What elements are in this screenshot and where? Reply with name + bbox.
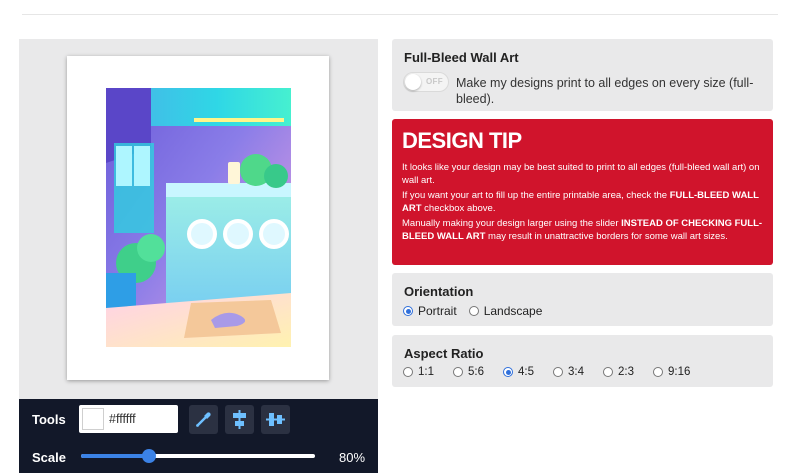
orientation-option-portrait[interactable]: Portrait	[403, 304, 457, 318]
background-color-picker[interactable]: #ffffff	[79, 405, 178, 433]
align-horizontal-center-icon	[266, 413, 285, 426]
tip-paragraph-1: It looks like your design may be best su…	[402, 162, 760, 186]
aspect-ratio-title: Aspect Ratio	[404, 346, 484, 361]
scale-slider[interactable]	[81, 449, 315, 463]
aspect-option-5-6[interactable]: 5:6	[453, 366, 484, 378]
orientation-title: Orientation	[404, 284, 474, 299]
aspect-option-9-16[interactable]: 9:16	[653, 366, 690, 378]
aspect-ratio-options: 1:1 5:6 4:5 3:4 2:3 9:16	[403, 366, 690, 378]
full-bleed-title: Full-Bleed Wall Art	[404, 50, 519, 65]
aspect-option-3-4[interactable]: 3:4	[553, 366, 584, 378]
print-paper	[67, 56, 329, 380]
eyedropper-button[interactable]	[189, 405, 218, 434]
align-vertical-center-icon	[233, 410, 246, 429]
scale-slider-fill	[81, 454, 149, 458]
radio-3-4[interactable]	[553, 367, 563, 377]
top-divider	[22, 14, 778, 15]
radio-5-6[interactable]	[453, 367, 463, 377]
eyedropper-icon	[196, 412, 211, 427]
aspect-ratio-card: Aspect Ratio 1:1 5:6 4:5 3:4 2:3 9:16	[392, 335, 773, 387]
align-horizontal-center-button[interactable]	[261, 405, 290, 434]
tip-paragraph-3: Manually making your design larger using…	[402, 218, 763, 242]
orientation-options: Portrait Landscape	[403, 304, 542, 318]
design-tip-title: DESIGN TIP	[402, 128, 522, 153]
preview-panel	[19, 39, 378, 399]
tip-paragraph-2: If you want your art to fill up the enti…	[402, 190, 759, 214]
radio-4-5[interactable]	[503, 367, 513, 377]
tools-bar: Tools #ffffff	[19, 399, 378, 439]
color-swatch[interactable]	[82, 408, 104, 430]
color-hex-value[interactable]: #ffffff	[109, 412, 136, 426]
full-bleed-description: Make my designs print to all edges on ev…	[456, 76, 754, 106]
radio-portrait[interactable]	[403, 306, 413, 316]
full-bleed-card: Full-Bleed Wall Art OFF Make my designs …	[392, 39, 773, 111]
aspect-option-4-5[interactable]: 4:5	[503, 366, 534, 378]
aspect-option-2-3[interactable]: 2:3	[603, 366, 634, 378]
tools-label: Tools	[32, 412, 66, 427]
scale-value: 80%	[339, 450, 366, 465]
artwork-image[interactable]	[106, 88, 291, 347]
toggle-state-text: OFF	[426, 77, 443, 86]
radio-landscape[interactable]	[468, 306, 479, 316]
design-tip-box: DESIGN TIP It looks like your design may…	[392, 119, 773, 265]
orientation-card: Orientation Portrait Landscape	[392, 273, 773, 326]
toggle-knob	[405, 74, 421, 90]
orientation-option-landscape[interactable]: Landscape	[468, 304, 542, 318]
radio-1-1[interactable]	[403, 367, 413, 377]
scale-slider-thumb[interactable]	[141, 449, 156, 463]
scale-label: Scale	[32, 450, 66, 465]
radio-2-3[interactable]	[603, 367, 613, 377]
align-vertical-center-button[interactable]	[225, 405, 254, 434]
radio-9-16[interactable]	[653, 367, 663, 377]
aspect-option-1-1[interactable]: 1:1	[403, 366, 434, 378]
scale-bar: Scale 80%	[19, 439, 378, 473]
full-bleed-toggle[interactable]: OFF	[403, 72, 449, 92]
design-tip-body: It looks like your design may be best su…	[402, 162, 764, 246]
